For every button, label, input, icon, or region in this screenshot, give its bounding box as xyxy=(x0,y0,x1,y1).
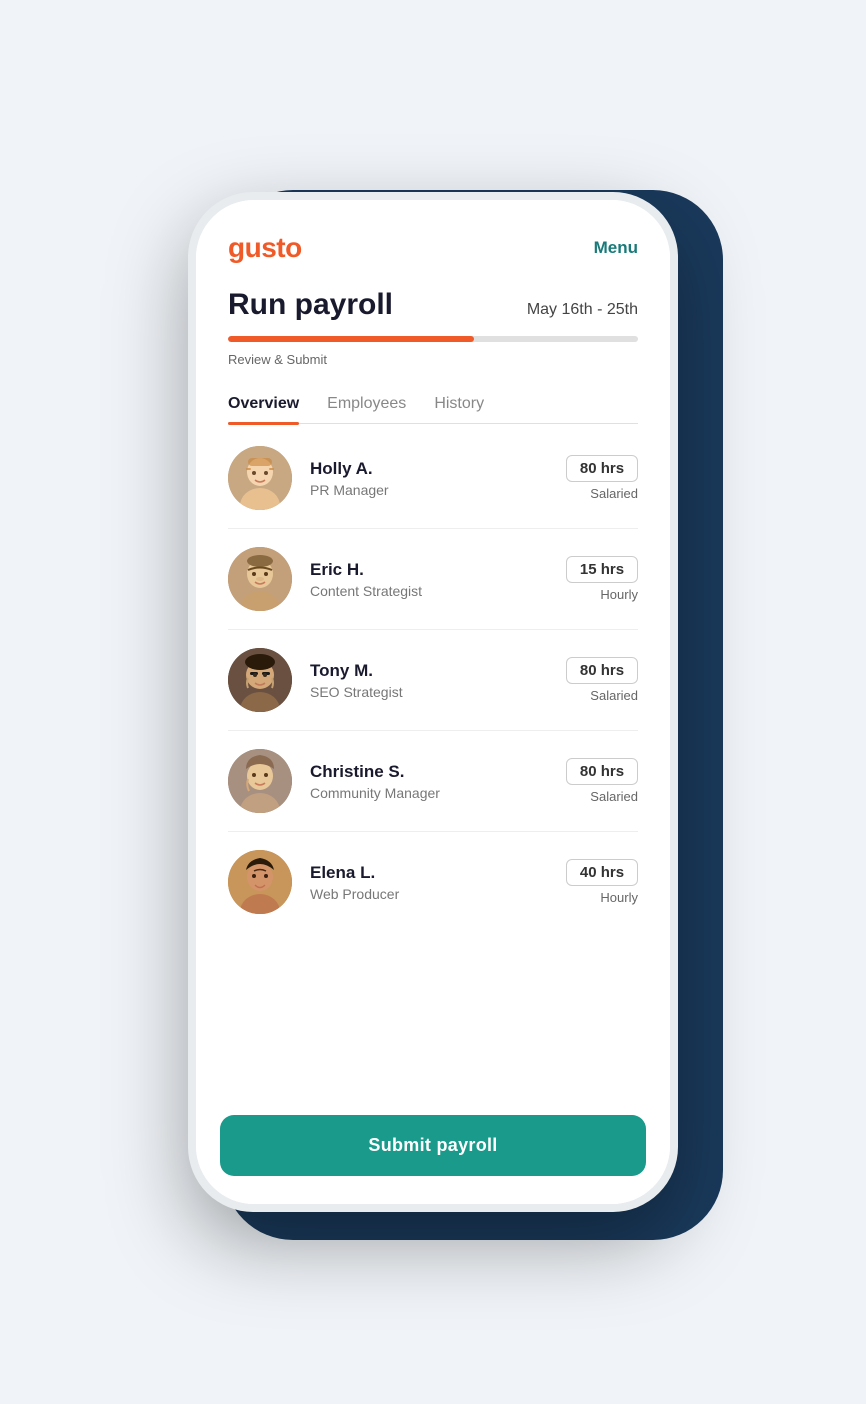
progress-bar-fill xyxy=(228,336,474,342)
employee-name: Eric H. xyxy=(310,560,566,580)
hours-section: 15 hrs Hourly xyxy=(566,556,638,602)
hours-badge: 15 hrs xyxy=(566,556,638,583)
table-row[interactable]: Christine S. Community Manager 80 hrs Sa… xyxy=(228,731,638,832)
tab-history[interactable]: History xyxy=(434,385,484,423)
hours-section: 80 hrs Salaried xyxy=(566,758,638,804)
employee-name: Christine S. xyxy=(310,762,566,782)
employee-list: Holly A. PR Manager 80 hrs Salaried xyxy=(228,428,638,932)
hours-section: 80 hrs Salaried xyxy=(566,455,638,501)
table-row[interactable]: Tony M. SEO Strategist 80 hrs Salaried xyxy=(228,630,638,731)
employee-info: Elena L. Web Producer xyxy=(310,863,566,902)
app-header: gusto Menu xyxy=(196,200,670,280)
tab-employees[interactable]: Employees xyxy=(327,385,406,423)
tab-overview[interactable]: Overview xyxy=(228,385,299,423)
employee-role: Web Producer xyxy=(310,886,566,902)
hours-badge: 80 hrs xyxy=(566,657,638,684)
avatar xyxy=(228,547,292,611)
avatar xyxy=(228,648,292,712)
employee-role: Community Manager xyxy=(310,785,566,801)
avatar xyxy=(228,850,292,914)
hours-badge: 40 hrs xyxy=(566,859,638,886)
table-row[interactable]: Holly A. PR Manager 80 hrs Salaried xyxy=(228,428,638,529)
employee-info: Eric H. Content Strategist xyxy=(310,560,566,599)
employee-info: Holly A. PR Manager xyxy=(310,459,566,498)
pay-type: Salaried xyxy=(590,486,638,501)
hours-badge: 80 hrs xyxy=(566,758,638,785)
phone-screen: gusto Menu Run payroll May 16th - 25th R… xyxy=(196,200,670,1204)
hours-section: 40 hrs Hourly xyxy=(566,859,638,905)
page-title: Run payroll xyxy=(228,288,393,322)
pay-type: Salaried xyxy=(590,789,638,804)
progress-label: Review & Submit xyxy=(228,352,638,367)
progress-bar xyxy=(228,336,638,342)
table-row[interactable]: Eric H. Content Strategist 15 hrs Hourly xyxy=(228,529,638,630)
date-range: May 16th - 25th xyxy=(527,301,638,319)
employee-role: Content Strategist xyxy=(310,583,566,599)
menu-button[interactable]: Menu xyxy=(594,238,638,258)
submit-area: Submit payroll xyxy=(196,1099,670,1204)
hours-section: 80 hrs Salaried xyxy=(566,657,638,703)
avatar xyxy=(228,446,292,510)
employee-name: Holly A. xyxy=(310,459,566,479)
title-row: Run payroll May 16th - 25th xyxy=(228,288,638,322)
main-content: Run payroll May 16th - 25th Review & Sub… xyxy=(196,280,670,1099)
employee-name: Elena L. xyxy=(310,863,566,883)
employee-role: SEO Strategist xyxy=(310,684,566,700)
employee-role: PR Manager xyxy=(310,482,566,498)
employee-info: Christine S. Community Manager xyxy=(310,762,566,801)
pay-type: Salaried xyxy=(590,688,638,703)
tabs-container: Overview Employees History xyxy=(228,385,638,424)
app-logo: gusto xyxy=(228,232,302,264)
submit-payroll-button[interactable]: Submit payroll xyxy=(220,1115,646,1176)
table-row[interactable]: Elena L. Web Producer 40 hrs Hourly xyxy=(228,832,638,932)
hours-badge: 80 hrs xyxy=(566,455,638,482)
pay-type: Hourly xyxy=(600,587,638,602)
employee-name: Tony M. xyxy=(310,661,566,681)
avatar xyxy=(228,749,292,813)
employee-info: Tony M. SEO Strategist xyxy=(310,661,566,700)
pay-type: Hourly xyxy=(600,890,638,905)
phone-frame: gusto Menu Run payroll May 16th - 25th R… xyxy=(188,192,678,1212)
